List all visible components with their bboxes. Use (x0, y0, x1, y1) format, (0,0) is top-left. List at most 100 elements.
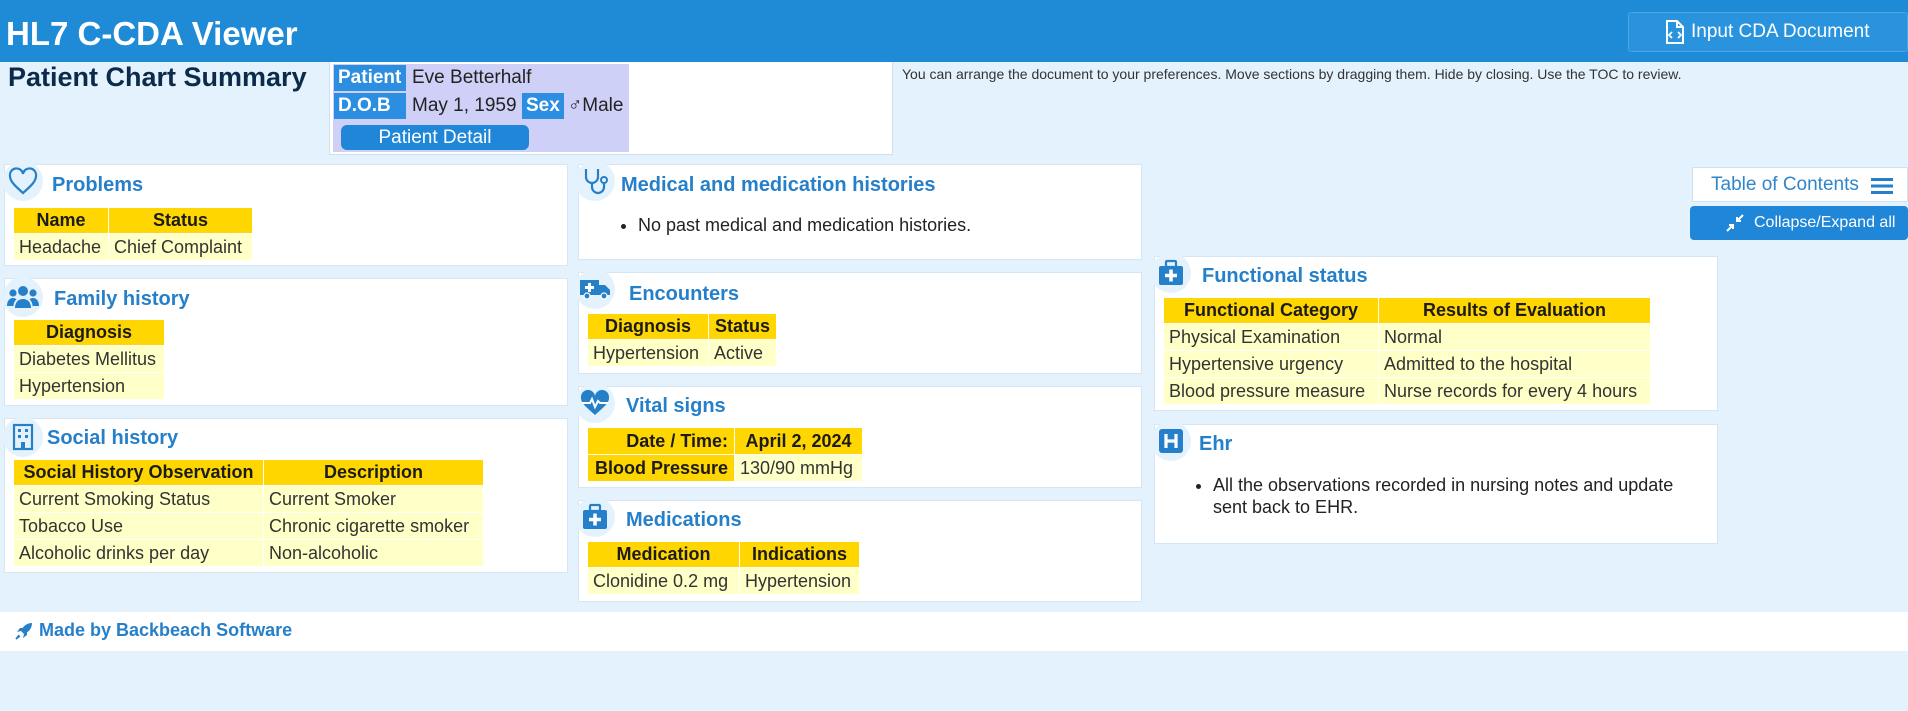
list-item: All the observations recorded in nursing… (1213, 474, 1699, 518)
heart-icon (3, 161, 43, 201)
app-title: HL7 C-CDA Viewer (6, 15, 298, 52)
medkit-icon (575, 497, 615, 537)
table-row: Blood pressure measure Nurse records for… (1163, 377, 1651, 405)
input-cda-button[interactable]: Input CDA Document (1628, 12, 1908, 52)
problems-table: Name Status Headache Chief Complaint (13, 207, 253, 261)
ehr-section[interactable]: Ehr All the observations recorded in nur… (1151, 421, 1718, 544)
sex-label: Sex (522, 93, 564, 119)
ambulance-icon (575, 269, 615, 309)
made-by-link[interactable]: Made by Backbeach Software (15, 620, 292, 641)
collapse-expand-button[interactable]: Collapse/Expand all (1690, 206, 1908, 240)
table-row: Hypertension Active (587, 339, 778, 367)
table-cell: Non-alcoholic (263, 539, 484, 567)
family-title: Family history (54, 288, 190, 310)
rocket-icon (15, 622, 32, 640)
vitals-date: April 2, 2024 (734, 427, 863, 455)
toc-button[interactable]: Table of Contents (1692, 167, 1908, 202)
encounters-title: Encounters (629, 283, 740, 305)
table-row: Hypertensive urgency Admitted to the hos… (1163, 350, 1651, 378)
table-header: Indications (739, 541, 860, 568)
functional-table: Functional Category Results of Evaluatio… (1163, 297, 1651, 405)
family-table: Diagnosis Diabetes Mellitus Hypertension (13, 319, 165, 400)
table-cell: Diabetes Mellitus (13, 345, 165, 373)
table-cell: Active (707, 339, 778, 367)
table-row: Tobacco Use Chronic cigarette smoker (13, 512, 484, 540)
patient-label: Patient (334, 65, 406, 91)
page-title: Patient Chart Summary (8, 62, 307, 92)
medkit-icon (1151, 253, 1191, 293)
patient-sex: ♂Male (568, 95, 624, 116)
functional-title: Functional status (1202, 265, 1368, 287)
table-cell: Hypertension (13, 372, 165, 400)
table-cell: Current Smoker (263, 485, 484, 513)
problems-title: Problems (52, 174, 144, 196)
footer: Made by Backbeach Software (0, 612, 1908, 651)
vitals-table: Date / Time: April 2, 2024 Blood Pressur… (587, 427, 863, 482)
table-header: Diagnosis (13, 319, 165, 346)
patient-dob: May 1, 1959 (412, 95, 517, 116)
table-cell: Normal (1378, 323, 1651, 351)
table-cell: 130/90 mmHg (734, 454, 863, 482)
building-icon (3, 417, 43, 457)
table-header: Diagnosis (587, 313, 709, 340)
table-header: Name (13, 207, 109, 234)
table-header: Results of Evaluation (1378, 297, 1651, 324)
medications-section[interactable]: Medications Medication Indications Cloni… (575, 497, 1142, 602)
table-cell: Admitted to the hospital (1378, 350, 1651, 378)
table-cell: Headache (13, 233, 109, 261)
vital-signs-section[interactable]: Vital signs Date / Time: April 2, 2024 B… (575, 383, 1142, 488)
vitals-title: Vital signs (626, 395, 726, 417)
table-cell: Current Smoking Status (13, 485, 264, 513)
stethoscope-icon (575, 161, 615, 201)
collapse-label: Collapse/Expand all (1754, 214, 1896, 231)
compress-icon (1726, 214, 1744, 232)
social-table: Social History Observation Description C… (13, 459, 484, 567)
ehr-list: All the observations recorded in nursing… (1213, 474, 1699, 518)
table-row: Hypertension (13, 372, 165, 400)
table-cell: Hypertensive urgency (1163, 350, 1379, 378)
patient-name: Eve Betterhalf (412, 67, 532, 88)
table-cell: Alcoholic drinks per day (13, 539, 264, 567)
table-row: Alcoholic drinks per day Non-alcoholic (13, 539, 484, 567)
input-cda-label: Input CDA Document (1691, 21, 1870, 42)
arrange-hint: You can arrange the document to your pre… (902, 66, 1682, 82)
table-header: Social History Observation (13, 459, 264, 486)
dob-label: D.O.B (334, 93, 406, 119)
ehr-title: Ehr (1199, 433, 1233, 455)
list-item: No past medical and medication histories… (638, 214, 971, 236)
table-cell: Blood pressure measure (1163, 377, 1379, 405)
table-cell: Physical Examination (1163, 323, 1379, 351)
encounters-section[interactable]: Encounters Diagnosis Status Hypertension… (575, 269, 1142, 374)
table-cell: Hypertension (739, 567, 860, 595)
toc-label: Table of Contents (1711, 173, 1859, 195)
family-history-section[interactable]: Family history Diagnosis Diabetes Mellit… (3, 277, 568, 406)
table-cell: Nurse records for every 4 hours (1378, 377, 1651, 405)
table-header: Medication (587, 541, 740, 568)
file-code-icon (1666, 20, 1684, 44)
patient-summary-box: Patient Eve Betterhalf D.O.B May 1, 1959… (329, 62, 893, 155)
hospital-icon (1151, 421, 1191, 461)
table-cell: Tobacco Use (13, 512, 264, 540)
app-header: HL7 C-CDA Viewer Input CDA Document (0, 0, 1908, 62)
patient-table: Patient Eve Betterhalf D.O.B May 1, 1959… (333, 64, 629, 152)
functional-status-section[interactable]: Functional status Functional Category Re… (1151, 253, 1718, 411)
problems-section[interactable]: Problems Name Status Headache Chief Comp… (3, 161, 568, 266)
table-cell: Chief Complaint (108, 233, 253, 261)
table-row: Blood Pressure 130/90 mmHg (587, 454, 863, 482)
medhist-title: Medical and medication histories (621, 174, 936, 196)
table-cell: Chronic cigarette smoker (263, 512, 484, 540)
medications-table: Medication Indications Clonidine 0.2 mg … (587, 541, 860, 595)
medical-history-section[interactable]: Medical and medication histories No past… (575, 161, 1142, 260)
table-row: Physical Examination Normal (1163, 323, 1651, 351)
table-row: Clonidine 0.2 mg Hypertension (587, 567, 860, 595)
heartbeat-icon (575, 383, 615, 423)
medhist-list: No past medical and medication histories… (638, 214, 971, 236)
table-header: Status (108, 207, 253, 234)
table-header: Description (263, 459, 484, 486)
social-history-section[interactable]: Social history Social History Observatio… (3, 417, 568, 573)
row-label: Blood Pressure (587, 454, 735, 482)
table-header: Status (707, 313, 778, 340)
people-icon (3, 277, 43, 317)
social-title: Social history (47, 427, 179, 449)
patient-detail-button[interactable]: Patient Detail (341, 125, 529, 150)
